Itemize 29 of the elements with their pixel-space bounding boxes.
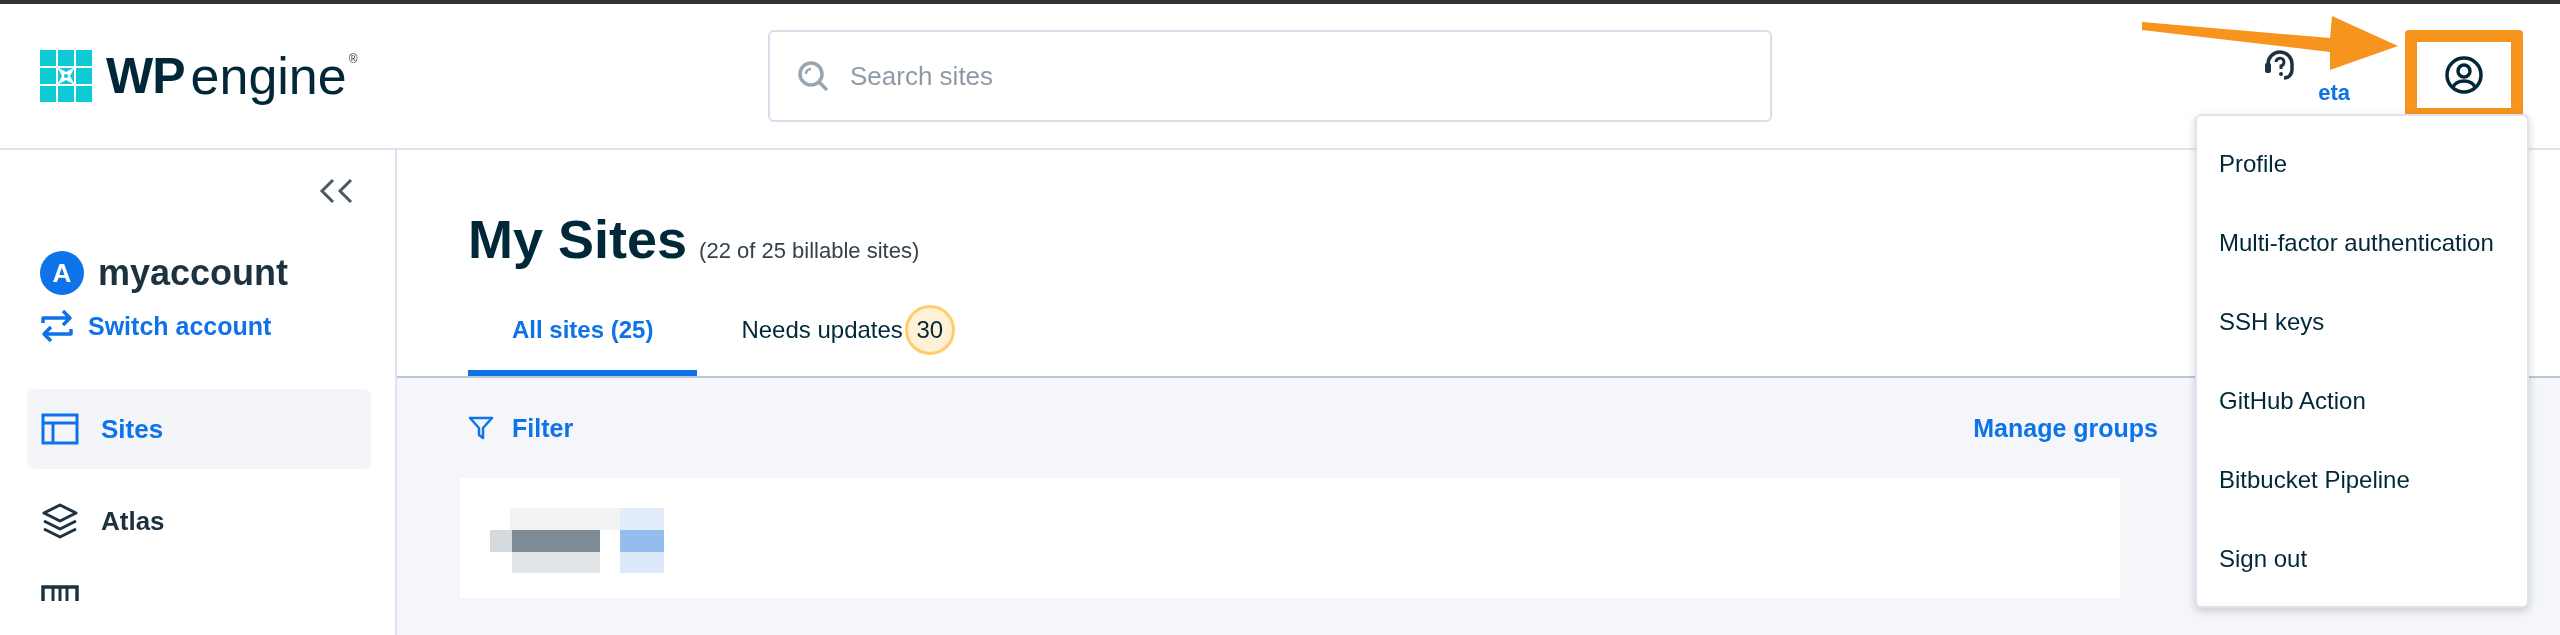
swap-arrows-icon: [40, 309, 74, 343]
filter-button[interactable]: Filter: [468, 413, 574, 443]
logo-text: WP: [106, 47, 185, 105]
menu-item[interactable]: GitHub Action: [2197, 361, 2527, 440]
account-name: myaccount: [98, 252, 289, 294]
beta-label: eta: [2318, 80, 2350, 106]
menu-item[interactable]: Profile: [2197, 124, 2527, 203]
menu-item[interactable]: Sign out: [2197, 519, 2527, 598]
layers-icon: [41, 502, 79, 540]
layout-icon: [41, 413, 79, 445]
switch-account-link[interactable]: Switch account: [27, 309, 371, 343]
logo-mark-icon: [40, 50, 92, 102]
manage-groups-link[interactable]: Manage groups: [1973, 413, 2158, 443]
page-title: My Sites: [468, 208, 688, 270]
double-chevron-left-icon: [319, 178, 355, 204]
tab[interactable]: Needs updates 30: [697, 308, 999, 376]
menu-item[interactable]: Bitbucket Pipeline: [2197, 440, 2527, 519]
registered-mark: ®: [348, 52, 358, 66]
menu-item[interactable]: Multi-factor authentication: [2197, 203, 2527, 282]
sidebar-item[interactable]: Sites: [27, 389, 371, 469]
menu-item[interactable]: SSH keys: [2197, 282, 2527, 361]
billable-count: (22 of 25 billable sites): [699, 238, 920, 264]
count-badge: 30: [904, 305, 955, 355]
search-field[interactable]: Search sites: [768, 30, 1772, 122]
sidebar-item[interactable]: Atlas: [27, 481, 371, 561]
logo-text: engine: [190, 46, 347, 106]
account-avatar: A: [40, 251, 84, 295]
user-icon: [2444, 55, 2484, 95]
filter-icon: [468, 415, 494, 441]
